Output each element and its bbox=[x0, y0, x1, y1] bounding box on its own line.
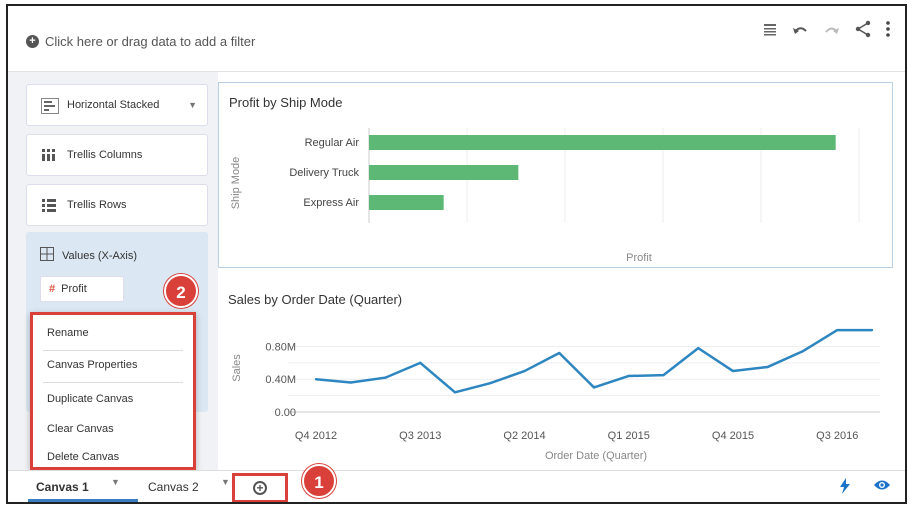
bottom-right-tools bbox=[839, 478, 891, 498]
add-filter-label: Click here or drag data to add a filter bbox=[45, 34, 256, 49]
callout-badge-one: 1 bbox=[302, 464, 336, 498]
add-filter-button[interactable]: + Click here or drag data to add a filte… bbox=[26, 34, 255, 49]
x-tick-label: Q4 2012 bbox=[295, 430, 337, 442]
bar-mark[interactable] bbox=[369, 135, 836, 150]
line-point[interactable] bbox=[523, 369, 526, 373]
line-point[interactable] bbox=[870, 328, 874, 332]
add-canvas-button[interactable]: + bbox=[232, 473, 288, 502]
tab-canvas-2[interactable]: Canvas 2 bbox=[148, 480, 199, 494]
canvas-tab-bar: Canvas 1 ▼ Canvas 2 ▼ + bbox=[8, 470, 905, 502]
menu-lines-icon[interactable] bbox=[763, 21, 777, 42]
line-chart-svg: Sales Order Date (Quarter) 0.00 0.40M 0.80… bbox=[231, 328, 880, 462]
bar-mark[interactable] bbox=[369, 165, 519, 180]
callout-badge-two: 2 bbox=[164, 274, 198, 308]
horizontal-stacked-icon bbox=[41, 98, 59, 114]
trellis-rows-icon bbox=[41, 198, 57, 212]
sales-series-line[interactable] bbox=[315, 328, 872, 394]
filter-bar: + Click here or drag data to add a filte… bbox=[8, 6, 905, 72]
chart-type-select[interactable]: Horizontal Stacked ▼ bbox=[26, 84, 208, 126]
line-point[interactable] bbox=[384, 376, 387, 379]
line-point[interactable] bbox=[627, 374, 630, 378]
x-tick-label: Q4 2015 bbox=[712, 430, 754, 442]
chart2-ylabel: Sales bbox=[231, 354, 243, 382]
toolbar bbox=[763, 20, 891, 43]
eye-icon[interactable] bbox=[873, 478, 891, 498]
line-point[interactable] bbox=[558, 351, 561, 355]
active-tab-indicator bbox=[28, 499, 138, 502]
line-point[interactable] bbox=[766, 365, 769, 369]
line-point[interactable] bbox=[419, 361, 422, 365]
sales-by-order-date-chart[interactable]: Sales by Order Date (Quarter) Sales Orde… bbox=[218, 276, 893, 468]
add-circle-icon: + bbox=[253, 481, 267, 495]
trellis-columns-icon bbox=[41, 148, 57, 162]
redo-icon[interactable] bbox=[823, 21, 841, 42]
trellis-rows-dropzone[interactable]: Trellis Rows bbox=[26, 184, 208, 226]
menu-divider bbox=[43, 350, 183, 351]
measure-hash-icon: # bbox=[49, 283, 56, 295]
bar-category-label: Regular Air bbox=[305, 137, 360, 149]
bar-mark[interactable] bbox=[369, 195, 444, 210]
values-label: Values (X-Axis) bbox=[62, 249, 137, 262]
chart1-ylabel: Ship Mode bbox=[230, 157, 242, 210]
bar-chart-svg: Ship Mode Profit Regular Air Delivery Tru… bbox=[230, 128, 860, 264]
trellis-rows-label: Trellis Rows bbox=[67, 199, 127, 211]
values-header: Values (X-Axis) bbox=[40, 247, 137, 264]
lightning-icon[interactable] bbox=[839, 478, 851, 498]
x-tick-label: Q3 2013 bbox=[399, 430, 441, 442]
chevron-down-icon: ▼ bbox=[188, 100, 197, 110]
chart2-xlabel: Order Date (Quarter) bbox=[545, 450, 647, 462]
profit-pill-label: Profit bbox=[61, 283, 87, 295]
app-frame: + Click here or drag data to add a filte… bbox=[6, 4, 907, 504]
values-grid-icon bbox=[40, 247, 54, 264]
tab-canvas-1[interactable]: Canvas 1 bbox=[36, 480, 89, 494]
more-vert-icon[interactable] bbox=[885, 21, 891, 42]
trellis-columns-label: Trellis Columns bbox=[67, 149, 143, 161]
x-tick-label: Q2 2014 bbox=[503, 430, 545, 442]
menu-item-delete-canvas[interactable]: Delete Canvas bbox=[47, 451, 119, 463]
menu-item-rename[interactable]: Rename bbox=[47, 327, 89, 339]
menu-divider bbox=[43, 382, 183, 383]
menu-item-clear-canvas[interactable]: Clear Canvas bbox=[47, 423, 114, 435]
x-tick-label: Q1 2015 bbox=[608, 430, 650, 442]
profit-measure-pill[interactable]: # Profit bbox=[40, 276, 124, 302]
tab-canvas-2-chevron-icon[interactable]: ▼ bbox=[221, 477, 230, 487]
line-point[interactable] bbox=[697, 346, 700, 350]
line-point[interactable] bbox=[801, 350, 804, 353]
line-point[interactable] bbox=[662, 373, 665, 377]
undo-icon[interactable] bbox=[791, 21, 809, 42]
menu-item-canvas-properties[interactable]: Canvas Properties bbox=[47, 359, 138, 371]
y-tick-label: 0.00 bbox=[275, 407, 296, 419]
bar-category-label: Express Air bbox=[303, 197, 359, 209]
line-point[interactable] bbox=[453, 391, 457, 394]
y-tick-label: 0.40M bbox=[265, 374, 296, 386]
bar-category-label: Delivery Truck bbox=[289, 167, 359, 179]
line-point[interactable] bbox=[836, 328, 839, 332]
line-point[interactable] bbox=[592, 386, 596, 389]
line-point[interactable] bbox=[349, 381, 352, 384]
tab-canvas-1-chevron-icon[interactable]: ▼ bbox=[111, 477, 120, 487]
x-tick-label: Q3 2016 bbox=[816, 430, 858, 442]
line-point[interactable] bbox=[488, 382, 491, 385]
chart1-xlabel: Profit bbox=[626, 252, 652, 264]
line-point[interactable] bbox=[314, 378, 318, 381]
chart-type-label: Horizontal Stacked bbox=[67, 99, 160, 111]
profit-by-ship-mode-chart[interactable]: Profit by Ship Mode Ship Mode Profit Reg… bbox=[218, 82, 893, 268]
canvas-context-menu: Rename Canvas Properties Duplicate Canva… bbox=[30, 312, 196, 470]
trellis-columns-dropzone[interactable]: Trellis Columns bbox=[26, 134, 208, 176]
menu-item-duplicate-canvas[interactable]: Duplicate Canvas bbox=[47, 393, 133, 405]
add-circle-icon: + bbox=[26, 35, 39, 48]
line-point[interactable] bbox=[731, 369, 735, 373]
share-icon[interactable] bbox=[855, 20, 871, 43]
y-tick-label: 0.80M bbox=[265, 341, 296, 353]
